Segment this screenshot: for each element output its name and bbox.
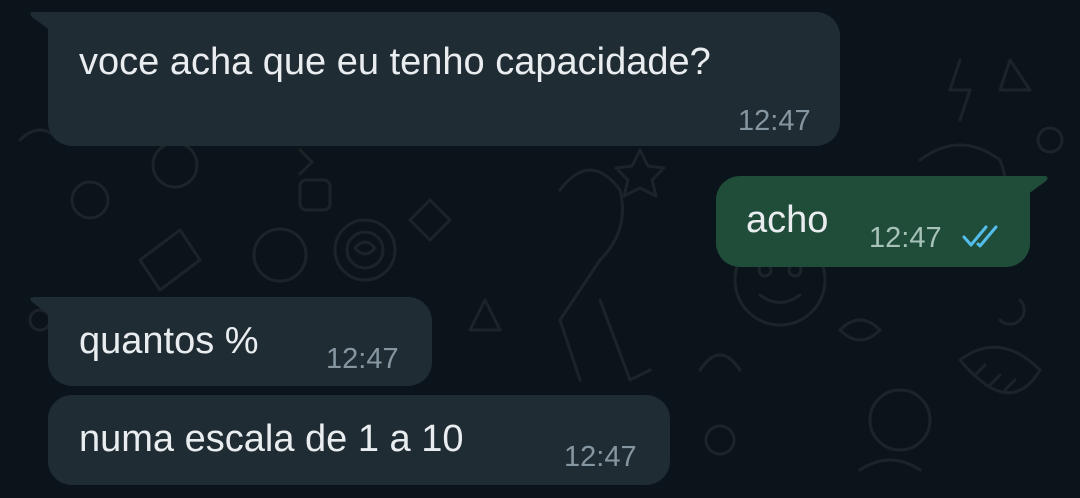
double-check-read-icon <box>962 225 998 248</box>
message-bubble-incoming[interactable]: quantos % 12:47 <box>48 297 432 386</box>
message-bubble-incoming[interactable]: numa escala de 1 a 10 12:47 <box>48 395 670 485</box>
bubble-tail-outgoing <box>1020 176 1048 200</box>
message-text: acho <box>746 199 829 241</box>
message-text: voce acha que eu tenho capacidade? <box>79 41 711 83</box>
message-timestamp: 12:47 <box>564 441 637 473</box>
message-text: quantos % <box>79 320 259 362</box>
bubble-tail-incoming <box>30 12 58 36</box>
message-bubble-incoming[interactable]: voce acha que eu tenho capacidade? 12:47 <box>48 12 840 146</box>
message-timestamp: 12:47 <box>738 105 811 137</box>
message-bubble-outgoing[interactable]: acho 12:47 <box>716 176 1030 267</box>
message-timestamp: 12:47 <box>869 222 942 254</box>
bubble-tail-incoming <box>30 297 58 321</box>
message-timestamp: 12:47 <box>326 343 399 375</box>
message-text: numa escala de 1 a 10 <box>79 418 464 460</box>
